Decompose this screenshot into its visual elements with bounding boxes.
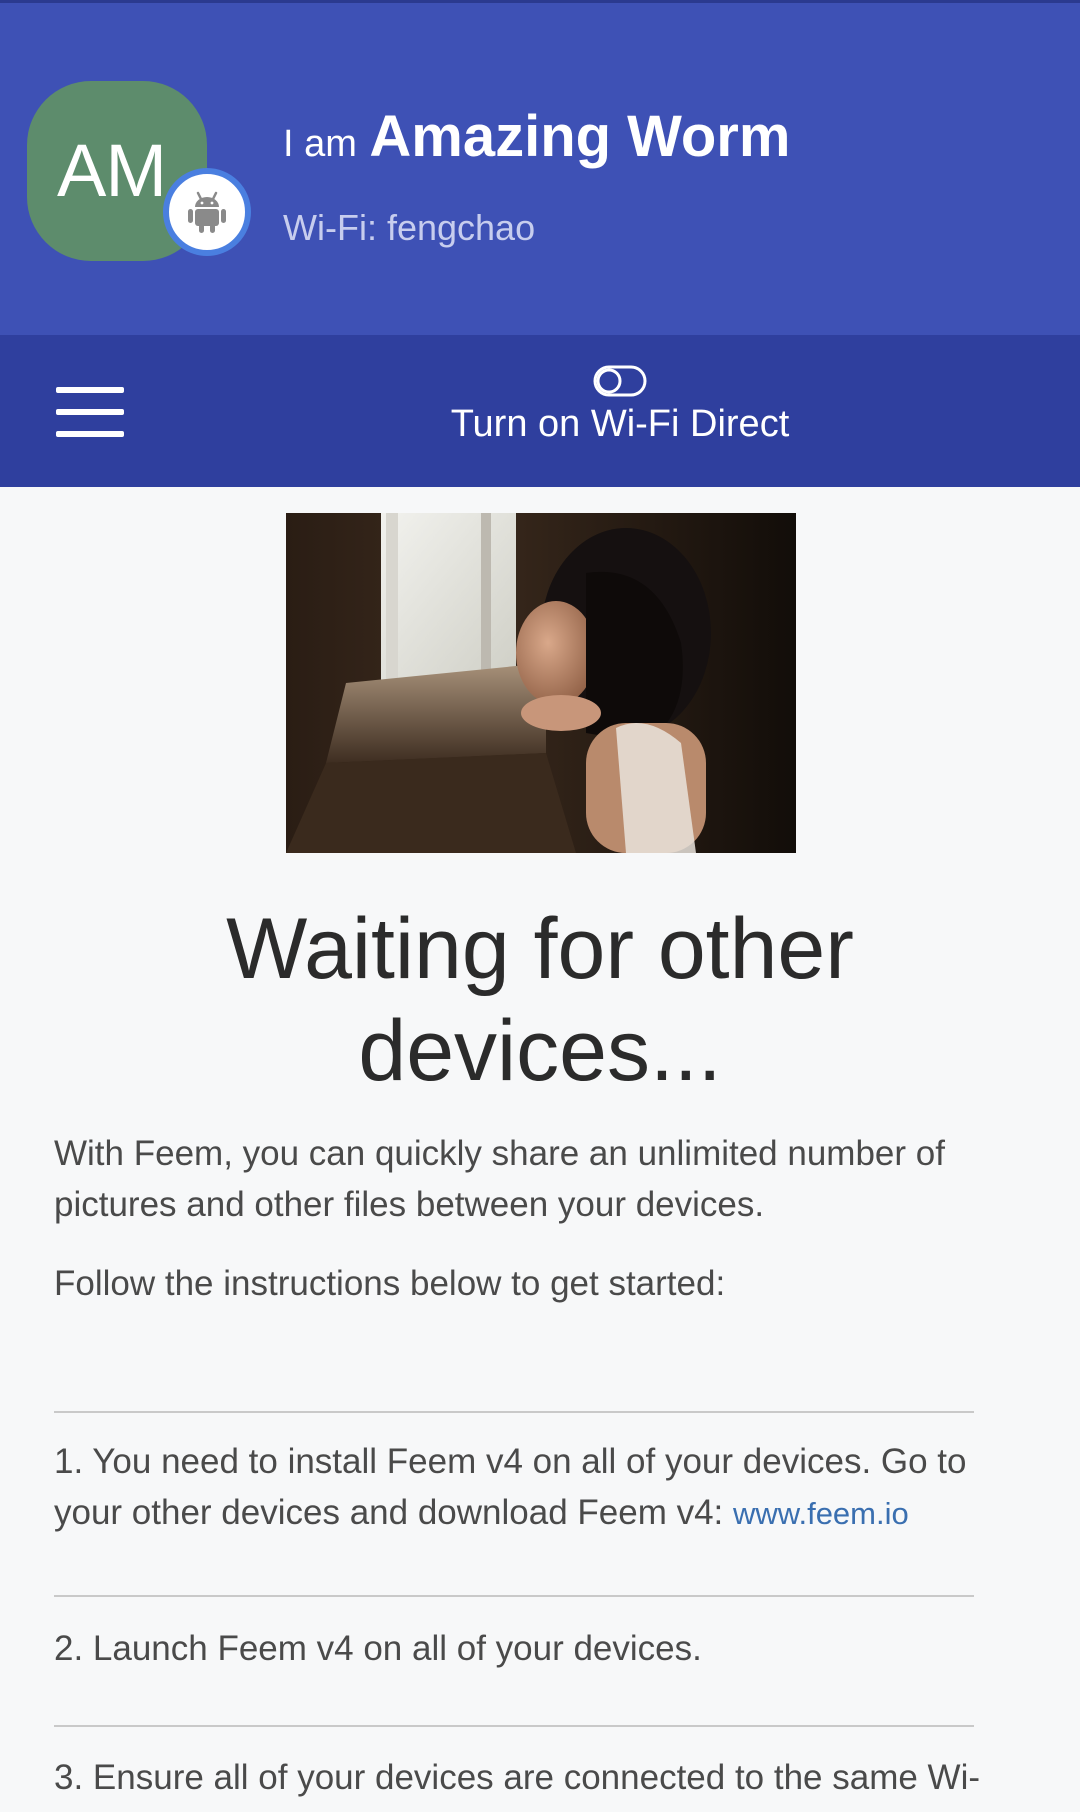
wifi-direct-label: Turn on Wi-Fi Direct: [450, 403, 790, 445]
step-item: 3. Ensure all of your devices are connec…: [54, 1752, 1014, 1803]
divider: [54, 1595, 974, 1597]
step-text: 2. Launch Feem v4 on all of your devices…: [54, 1629, 702, 1668]
device-name[interactable]: Amazing Worm: [369, 104, 790, 169]
divider: [54, 1411, 974, 1413]
divider: [54, 1725, 974, 1727]
feem-website-link[interactable]: www.feem.io: [733, 1496, 909, 1531]
girl-looking-out-window-photo: [286, 513, 796, 853]
toggle-off-icon: [593, 365, 647, 397]
avatar-initials: AM: [57, 129, 167, 212]
hero-illustration: [286, 513, 796, 853]
intro-text: With Feem, you can quickly share an unli…: [54, 1134, 945, 1224]
hamburger-menu-icon[interactable]: [46, 368, 134, 456]
instructions-lead: Follow the instructions below to get sta…: [54, 1264, 726, 1303]
toolbar: Turn on Wi-Fi Direct: [0, 335, 1080, 487]
step-item: 1. You need to install Feem v4 on all of…: [54, 1436, 984, 1539]
menu-bar: [56, 409, 124, 415]
menu-bar: [56, 431, 124, 437]
wifi-status: Wi-Fi: fengchao: [283, 207, 536, 248]
title-prefix: I am: [283, 123, 357, 165]
page-title: Waiting for other devices...: [226, 901, 854, 1099]
android-icon-glyph: [188, 191, 226, 233]
menu-bar: [56, 387, 124, 393]
step-item: 2. Launch Feem v4 on all of your devices…: [54, 1623, 1014, 1674]
device-title: I am Amazing Worm: [283, 103, 790, 170]
step-text: 3. Ensure all of your devices are connec…: [54, 1758, 981, 1797]
profile-header: AM I am Amazing Worm Wi-Fi: fengchao: [0, 0, 1080, 335]
wifi-direct-toggle[interactable]: Turn on Wi-Fi Direct: [420, 365, 820, 475]
android-icon: [163, 168, 251, 256]
